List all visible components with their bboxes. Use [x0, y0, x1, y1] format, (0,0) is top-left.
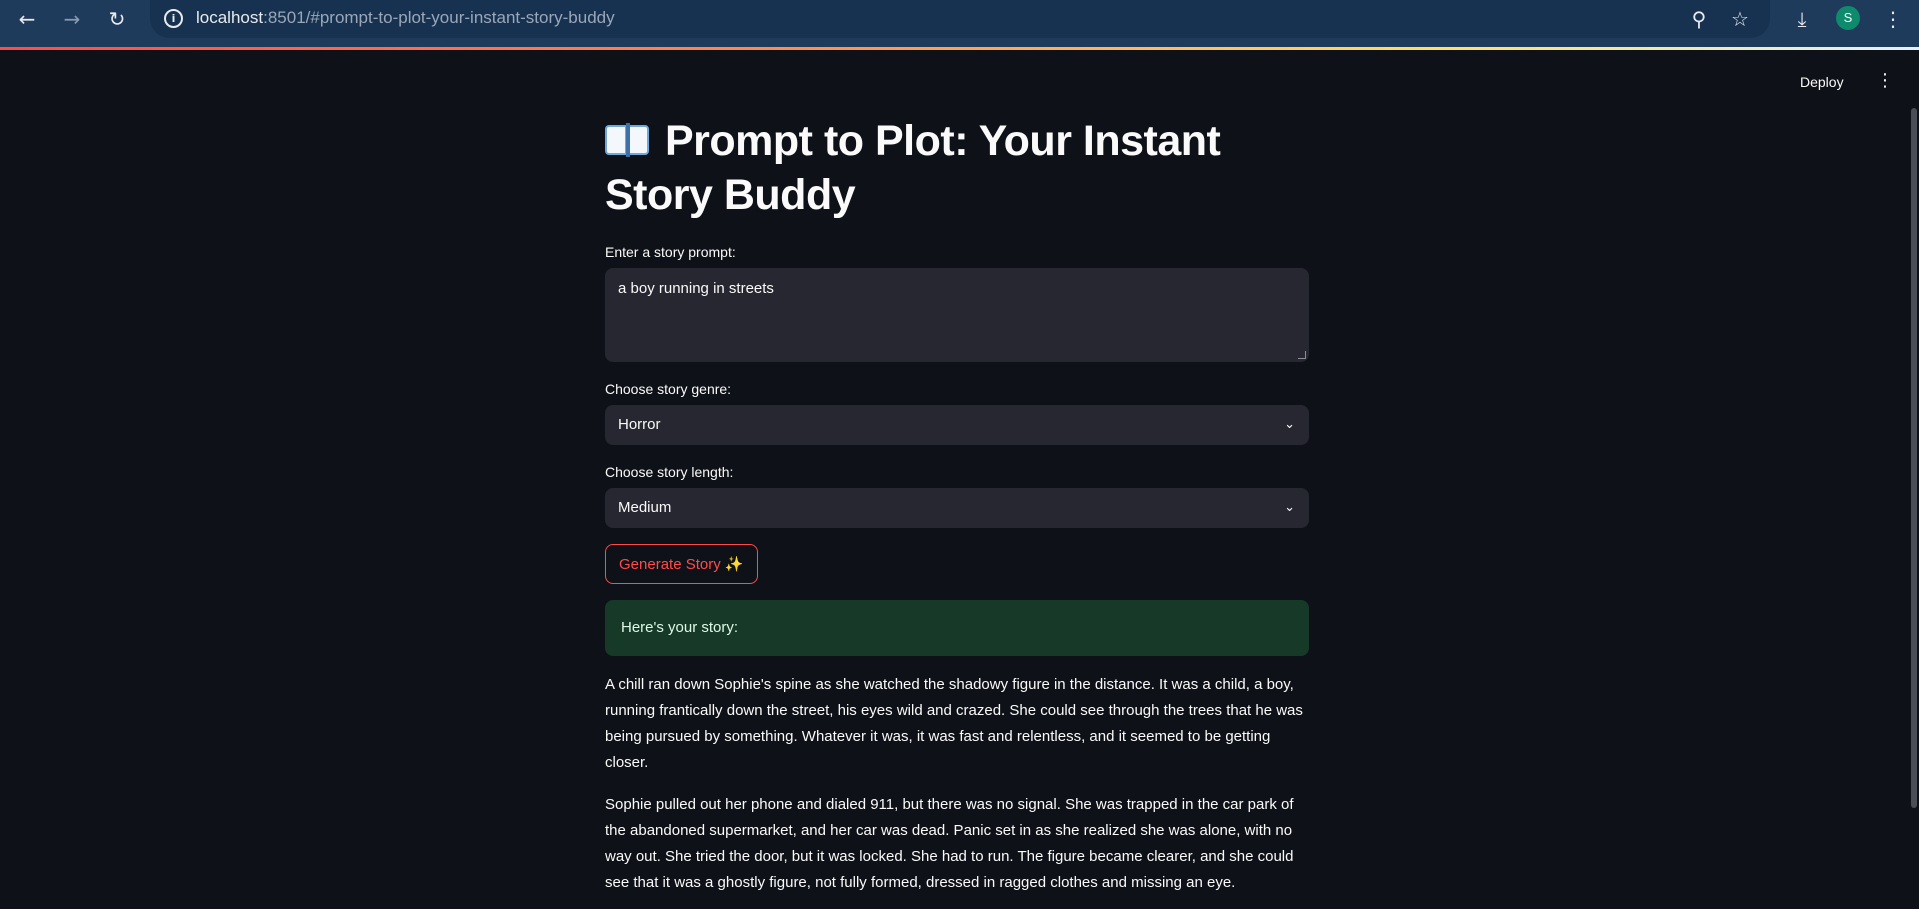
length-select[interactable]: Medium ⌄ — [605, 488, 1309, 528]
title-line-2: Story Buddy — [605, 171, 856, 219]
header-decoration — [0, 47, 1919, 50]
site-info-icon[interactable]: i — [164, 9, 183, 28]
reload-icon[interactable]: ↻ — [104, 6, 130, 32]
genre-value: Horror — [618, 416, 661, 433]
generate-story-button[interactable]: Generate Story ✨ — [605, 544, 758, 584]
deploy-button[interactable]: Deploy — [1800, 74, 1844, 90]
resize-handle-icon[interactable] — [1298, 351, 1306, 359]
prompt-value: a boy running in streets — [618, 280, 774, 297]
sparkles-icon: ✨ — [724, 555, 744, 573]
forward-arrow-icon[interactable]: → — [59, 6, 85, 32]
main-content: Prompt to Plot: Your Instant Story Buddy… — [605, 114, 1309, 896]
zoom-icon[interactable]: ⚲ — [1686, 6, 1712, 32]
prompt-textarea[interactable]: a boy running in streets — [605, 268, 1309, 362]
open-book-icon — [605, 121, 651, 159]
url-text[interactable]: localhost:8501/#prompt-to-plot-your-inst… — [196, 8, 615, 28]
generate-story-label: Generate Story — [619, 556, 721, 573]
success-alert: Here's your story: — [605, 600, 1309, 656]
more-vert-icon[interactable]: ⋮ — [1880, 6, 1906, 32]
chevron-down-icon: ⌄ — [1284, 500, 1295, 515]
genre-label: Choose story genre: — [605, 381, 732, 397]
genre-select[interactable]: Horror ⌄ — [605, 405, 1309, 445]
url-host: localhost — [196, 8, 264, 27]
download-icon[interactable]: ⤓ — [1789, 6, 1815, 32]
main-menu-icon[interactable]: ⋮ — [1876, 72, 1894, 90]
story-paragraph: A chill ran down Sophie's spine as she w… — [605, 676, 1303, 771]
story-paragraph: Sophie pulled out her phone and dialed 9… — [605, 796, 1294, 891]
browser-toolbar: ← → ↻ i localhost:8501/#prompt-to-plot-y… — [0, 0, 1919, 47]
chevron-down-icon: ⌄ — [1284, 417, 1295, 432]
page-title: Prompt to Plot: Your Instant Story Buddy — [605, 114, 1309, 222]
length-label: Choose story length: — [605, 464, 734, 480]
profile-avatar[interactable]: S — [1836, 6, 1860, 30]
back-arrow-icon[interactable]: ← — [14, 6, 40, 32]
address-bar[interactable]: i localhost:8501/#prompt-to-plot-your-in… — [150, 0, 1770, 38]
star-icon[interactable]: ☆ — [1727, 6, 1753, 32]
scrollbar[interactable] — [1911, 108, 1917, 808]
title-line-1: Prompt to Plot: Your Instant — [665, 117, 1221, 165]
prompt-label: Enter a story prompt: — [605, 244, 736, 260]
length-value: Medium — [618, 499, 672, 516]
url-path: :8501/#prompt-to-plot-your-instant-story… — [263, 8, 615, 27]
